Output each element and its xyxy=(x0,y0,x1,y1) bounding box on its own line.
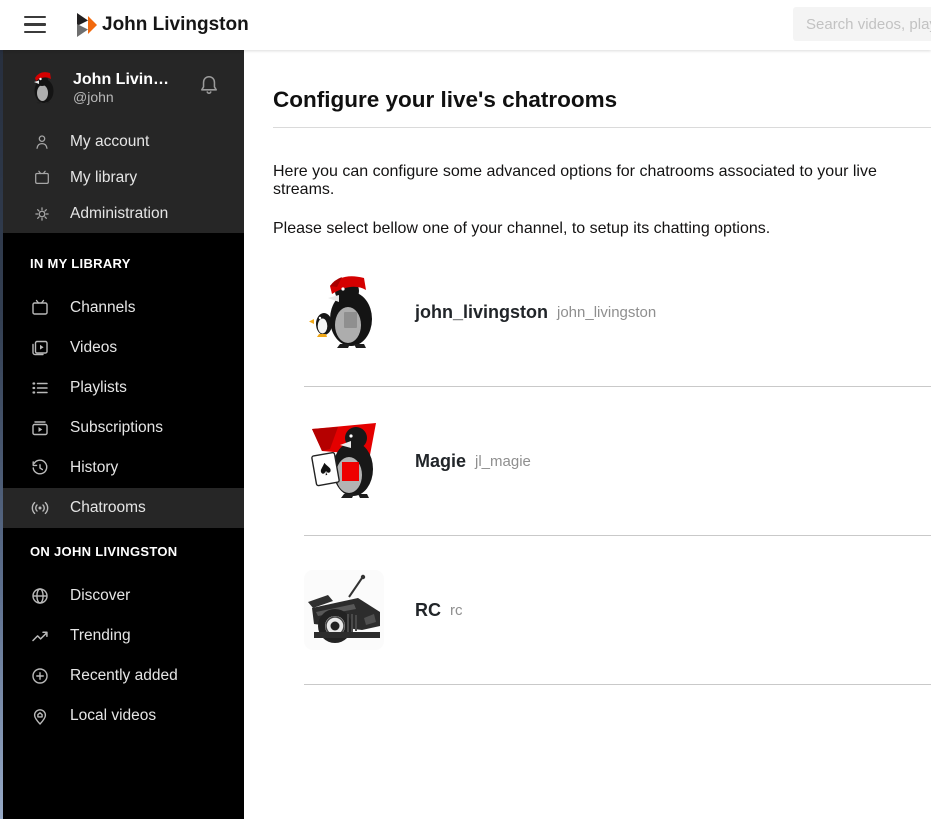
channel-handle: john_livingston xyxy=(557,303,657,321)
sidebar-item-channels[interactable]: Channels xyxy=(0,288,244,328)
sidebar-item-trending[interactable]: Trending xyxy=(0,616,244,656)
subscriptions-icon xyxy=(32,421,48,436)
channel-name: john_livingston xyxy=(415,301,548,322)
instance-title[interactable]: John Livingston xyxy=(102,12,249,38)
intro-paragraph: Here you can configure some advanced opt… xyxy=(273,163,877,198)
menu-item-label: My library xyxy=(70,169,138,186)
user-avatar[interactable] xyxy=(26,70,60,104)
videos-icon xyxy=(32,340,48,356)
section-title-on-instance: ON JOHN LIVINGSTON xyxy=(30,544,178,559)
gear-icon xyxy=(35,207,49,221)
sidebar-item-label: Chatrooms xyxy=(70,499,146,516)
sidebar-item-label: Channels xyxy=(70,299,136,316)
sidebar-item-label: Trending xyxy=(70,627,131,644)
sidebar-item-chatrooms[interactable]: Chatrooms xyxy=(0,488,244,528)
home-pin-icon xyxy=(33,709,47,725)
section-title-in-my-library: IN MY LIBRARY xyxy=(30,256,131,271)
user-icon xyxy=(36,135,48,149)
search-input[interactable] xyxy=(793,7,931,41)
menu-item-label: Administration xyxy=(70,205,169,222)
instruction-paragraph: Please select bellow one of your channel… xyxy=(273,220,771,237)
history-icon xyxy=(32,459,48,475)
sidebar-item-playlists[interactable]: Playlists xyxy=(0,368,244,408)
plus-circle-icon xyxy=(32,668,48,684)
menu-item-my-library[interactable]: My library xyxy=(0,160,244,196)
tv-icon xyxy=(32,299,48,315)
channel-row-magie[interactable]: ♠ Magie jl_magie xyxy=(304,387,931,536)
channel-handle: jl_magie xyxy=(475,452,531,470)
user-handle: @john xyxy=(73,89,114,105)
channel-handle: rc xyxy=(450,601,463,619)
sidebar-item-label: Videos xyxy=(70,339,118,356)
sidebar-item-local-videos[interactable]: Local videos xyxy=(0,696,244,736)
notifications-button[interactable] xyxy=(196,70,222,105)
sidebar-item-label: Subscriptions xyxy=(70,419,164,436)
account-menu: My account My library Administration xyxy=(0,124,244,232)
penguin-santa-avatar xyxy=(304,272,384,352)
sidebar-item-label: Playlists xyxy=(70,379,127,396)
channel-name: Magie xyxy=(415,450,467,471)
page-title: Configure your live's chatrooms xyxy=(273,87,618,112)
user-display-name: John Livingston xyxy=(73,71,177,88)
globe-icon xyxy=(32,588,48,604)
sidebar-scrollbar[interactable] xyxy=(0,50,3,819)
user-menu-block: John Livingston @john My account xyxy=(0,50,244,233)
menu-item-administration[interactable]: Administration xyxy=(0,196,244,232)
bell-icon xyxy=(201,75,217,94)
sidebar-item-history[interactable]: History xyxy=(0,448,244,488)
sidebar-item-recently-added[interactable]: Recently added xyxy=(0,656,244,696)
menu-item-my-account[interactable]: My account xyxy=(0,124,244,160)
sidebar-item-videos[interactable]: Videos xyxy=(0,328,244,368)
rc-car-avatar xyxy=(304,570,384,650)
sidebar: John Livingston @john My account xyxy=(0,50,244,819)
user-name-block[interactable]: John Livingston @john xyxy=(73,70,177,106)
channel-row-rc[interactable]: RC rc xyxy=(304,536,931,685)
sidebar-item-discover[interactable]: Discover xyxy=(0,576,244,616)
channel-row-john-livingston[interactable]: john_livingston john_livingston xyxy=(304,238,931,387)
hamburger-icon xyxy=(24,15,46,19)
peertube-app: John Livingston Search videos, playlists… xyxy=(0,0,931,819)
playlist-icon xyxy=(32,382,48,394)
tv-icon xyxy=(35,170,49,185)
sidebar-item-label: Recently added xyxy=(70,667,178,684)
title-separator xyxy=(273,127,931,128)
top-header: John Livingston xyxy=(0,0,931,50)
sidebar-item-subscriptions[interactable]: Subscriptions xyxy=(0,408,244,448)
logged-in-user: John Livingston @john xyxy=(0,70,244,124)
trending-icon xyxy=(32,631,48,642)
sidebar-item-label: History xyxy=(70,459,119,476)
sidebar-item-label: Discover xyxy=(70,587,131,604)
penguin-magician-avatar: ♠ xyxy=(304,421,384,501)
sidebar-item-label: Local videos xyxy=(70,707,157,724)
peertube-logo-icon[interactable] xyxy=(76,12,97,38)
menu-item-label: My account xyxy=(70,133,150,150)
channel-name: RC xyxy=(415,599,441,620)
menu-toggle-button[interactable] xyxy=(24,15,46,34)
channel-list: john_livingston john_livingston ♠ Magie … xyxy=(304,238,931,685)
broadcast-icon xyxy=(31,501,49,515)
main-content: Configure your live's chatrooms Here you… xyxy=(244,50,931,819)
